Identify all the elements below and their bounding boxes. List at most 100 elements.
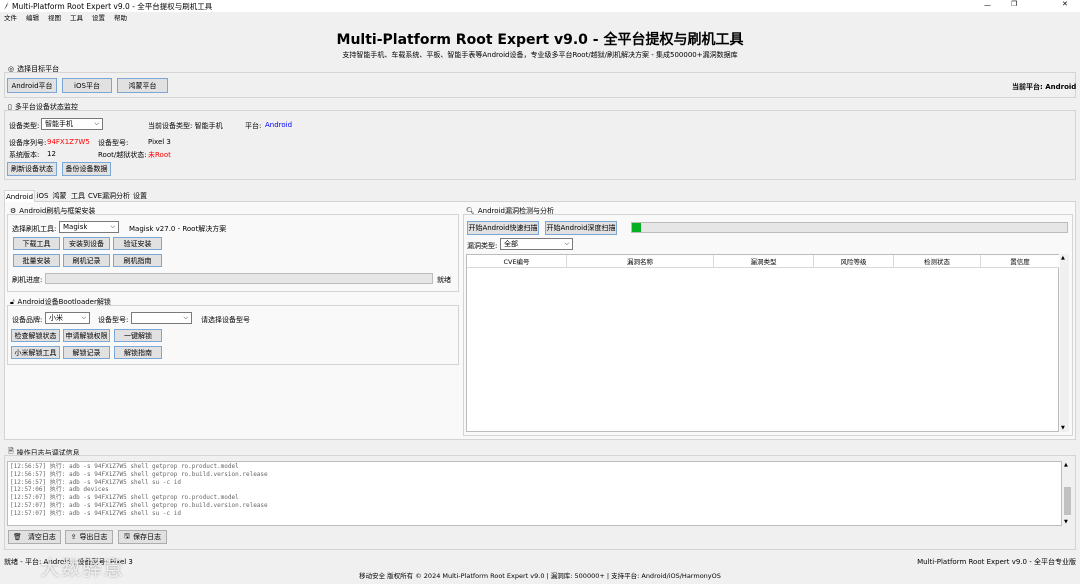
root-value: 未Root (148, 151, 171, 159)
save-log-button[interactable]: 🖫︎ 保存日志 (118, 530, 167, 544)
flash-record-button[interactable]: 刷机记录 (63, 254, 110, 267)
footer: 移动安全 版权所有 © 2024 Multi-Platform Root Exp… (359, 572, 721, 580)
chevron-down-icon: ⌵ (81, 314, 86, 321)
tab-ios[interactable]: iOS (35, 190, 50, 202)
tab-cve[interactable]: CVE漏洞分析 (87, 190, 131, 202)
maximize-icon[interactable]: ❐ (1011, 0, 1017, 8)
flash-guide-button[interactable]: 刷机指南 (113, 254, 162, 267)
minimize-icon[interactable]: — (984, 1, 991, 9)
chevron-down-icon: ⌵ (94, 120, 99, 127)
log-line: [12:57:07] 执行: adb -s 94FX1Z7W5 shell su… (10, 509, 181, 517)
download-tool-button[interactable]: 下载工具 (13, 237, 60, 250)
ios-platform-button[interactable]: iOS平台 (62, 78, 112, 93)
device-type-label: 设备类型: (9, 122, 40, 130)
scan-progress-fill (632, 223, 641, 232)
col-vuln-type[interactable]: 漏洞类型 (714, 255, 814, 267)
unlock-record-button[interactable]: 解锁记录 (63, 346, 110, 359)
trash-icon: 🗑︎ (13, 533, 22, 541)
tab-android[interactable]: Android (4, 190, 35, 202)
deep-scan-button[interactable]: 开始Android深度扫描 (545, 221, 617, 235)
harmony-platform-button[interactable]: 鸿蒙平台 (117, 78, 168, 93)
device-type-select[interactable]: 智能手机 ⌵ (41, 118, 103, 130)
current-platform-label: 当前平台: Android (1012, 83, 1077, 91)
close-icon[interactable]: ✕ (1062, 0, 1068, 8)
model-value: Pixel 3 (148, 138, 171, 146)
chevron-down-icon: ⌵ (564, 240, 569, 247)
log-line: [12:56:57] 执行: adb -s 94FX1Z7W5 shell ge… (10, 463, 239, 470)
flash-tool-desc: Magisk v27.0 - Root解决方案 (129, 225, 227, 233)
log-line: [12:57:07] 执行: adb -s 94FX1Z7W5 shell ge… (10, 501, 268, 509)
android-platform-button[interactable]: Android平台 (7, 78, 57, 93)
export-log-button[interactable]: ⇪ 导出日志 (65, 530, 113, 544)
platform-value: Android (265, 121, 293, 129)
export-icon: ⇪ (70, 533, 77, 541)
tab-tools[interactable]: 工具 (69, 190, 87, 202)
scroll-down-icon[interactable]: ▼ (1064, 519, 1068, 525)
bl-model-select[interactable]: ⌵ (131, 312, 192, 324)
vuln-type-label: 漏洞类型: (467, 242, 498, 250)
title-bar: Multi-Platform Root Expert v9.0 - 全平台提权与… (0, 0, 1080, 12)
status-right: Multi-Platform Root Expert v9.0 - 全平台专业版 (917, 558, 1076, 566)
tab-settings[interactable]: 设置 (131, 190, 149, 202)
brand-select[interactable]: 小米 ⌵ (45, 312, 90, 324)
one-click-unlock-button[interactable]: 一键解锁 (114, 329, 162, 342)
verify-install-button[interactable]: 验证安装 (113, 237, 162, 250)
log-line: [12:57:07] 执行: adb -s 94FX1Z7W5 shell ge… (10, 494, 239, 502)
col-risk-level[interactable]: 风险等级 (814, 255, 894, 267)
quick-scan-button[interactable]: 开始Android快速扫描 (467, 221, 539, 235)
serial-value: 94FX1Z7W5 (47, 138, 90, 146)
scroll-thumb[interactable] (1064, 487, 1071, 515)
platform-label: 平台: (245, 122, 262, 130)
menu-bar: 文件 编辑 视图 工具 设置 帮助 (4, 12, 136, 22)
page-subtitle: 支持智能手机、车载系统、平板、智能手表等Android设备，专业级多平台Root… (342, 51, 738, 59)
flash-progress-label: 刷机进度: (12, 276, 43, 284)
log-line: [12:56:57] 执行: adb -s 94FX1Z7W5 shell ge… (10, 470, 268, 478)
col-vuln-name[interactable]: 漏洞名称 (567, 255, 714, 267)
menu-help[interactable]: 帮助 (114, 12, 127, 22)
menu-view[interactable]: 视图 (48, 12, 61, 22)
window-title: Multi-Platform Root Expert v9.0 - 全平台提权与… (12, 2, 213, 11)
backup-device-button[interactable]: 备份设备数据 (62, 162, 111, 176)
bl-model-label: 设备型号: (98, 316, 129, 324)
flash-progress-bar (45, 273, 433, 284)
brand-label: 设备品牌: (12, 316, 43, 324)
table-header-line (467, 267, 1059, 268)
xiaomi-unlock-tool-button[interactable]: 小米解锁工具 (11, 346, 60, 359)
refresh-device-button[interactable]: 刷新设备状态 (7, 162, 57, 176)
log-scrollbar[interactable]: ▲ ▼ (1063, 461, 1072, 526)
version-label: 系统版本: (9, 151, 40, 159)
current-device-type: 当前设备类型: 智能手机 (148, 122, 223, 130)
version-value: 12 (47, 150, 56, 158)
log-textarea[interactable]: [12:56:57] 执行: adb -s 94FX1Z7W5 shell ge… (7, 461, 1062, 526)
tab-harmony[interactable]: 鸿蒙 (50, 190, 69, 202)
vuln-table-scrollbar[interactable]: ▲ ▼ (1060, 254, 1069, 432)
batch-install-button[interactable]: 批量安装 (13, 254, 60, 267)
scroll-up-icon[interactable]: ▲ (1064, 462, 1068, 468)
col-confidence[interactable]: 置信度 (981, 255, 1059, 267)
menu-file[interactable]: 文件 (4, 12, 17, 22)
clear-log-button[interactable]: 🗑︎ 清空日志 (8, 530, 61, 544)
vuln-type-select[interactable]: 全部 ⌵ (500, 238, 573, 250)
install-to-device-button[interactable]: 安装到设备 (63, 237, 110, 250)
col-cve-id[interactable]: CVE编号 (467, 255, 567, 267)
menu-tools[interactable]: 工具 (70, 12, 83, 22)
flash-tool-select[interactable]: Magisk ⌵ (59, 221, 119, 233)
model-label: 设备型号: (98, 139, 129, 147)
apply-unlock-button[interactable]: 申请解锁权限 (63, 329, 110, 342)
vuln-table[interactable]: CVE编号 漏洞名称 漏洞类型 风险等级 检测状态 置信度 (466, 254, 1059, 432)
chevron-down-icon: ⌵ (110, 223, 115, 230)
check-unlock-button[interactable]: 检查解锁状态 (11, 329, 60, 342)
log-line: [12:56:57] 执行: adb -s 94FX1Z7W5 shell su… (10, 478, 181, 486)
menu-settings[interactable]: 设置 (92, 12, 105, 22)
serial-label: 设备序列号: (9, 139, 47, 147)
scroll-down-icon[interactable]: ▼ (1061, 425, 1065, 431)
col-detect-status[interactable]: 检测状态 (894, 255, 981, 267)
scan-progress-bar (631, 222, 1068, 233)
scroll-up-icon[interactable]: ▲ (1061, 255, 1065, 261)
watermark: 大数驿意 (40, 556, 124, 580)
unlock-guide-button[interactable]: 解锁指南 (114, 346, 162, 359)
app-feather-icon (3, 1, 9, 10)
chevron-down-icon: ⌵ (183, 314, 188, 321)
flash-tool-label: 选择刷机工具: (12, 225, 57, 233)
menu-edit[interactable]: 编辑 (26, 12, 39, 22)
